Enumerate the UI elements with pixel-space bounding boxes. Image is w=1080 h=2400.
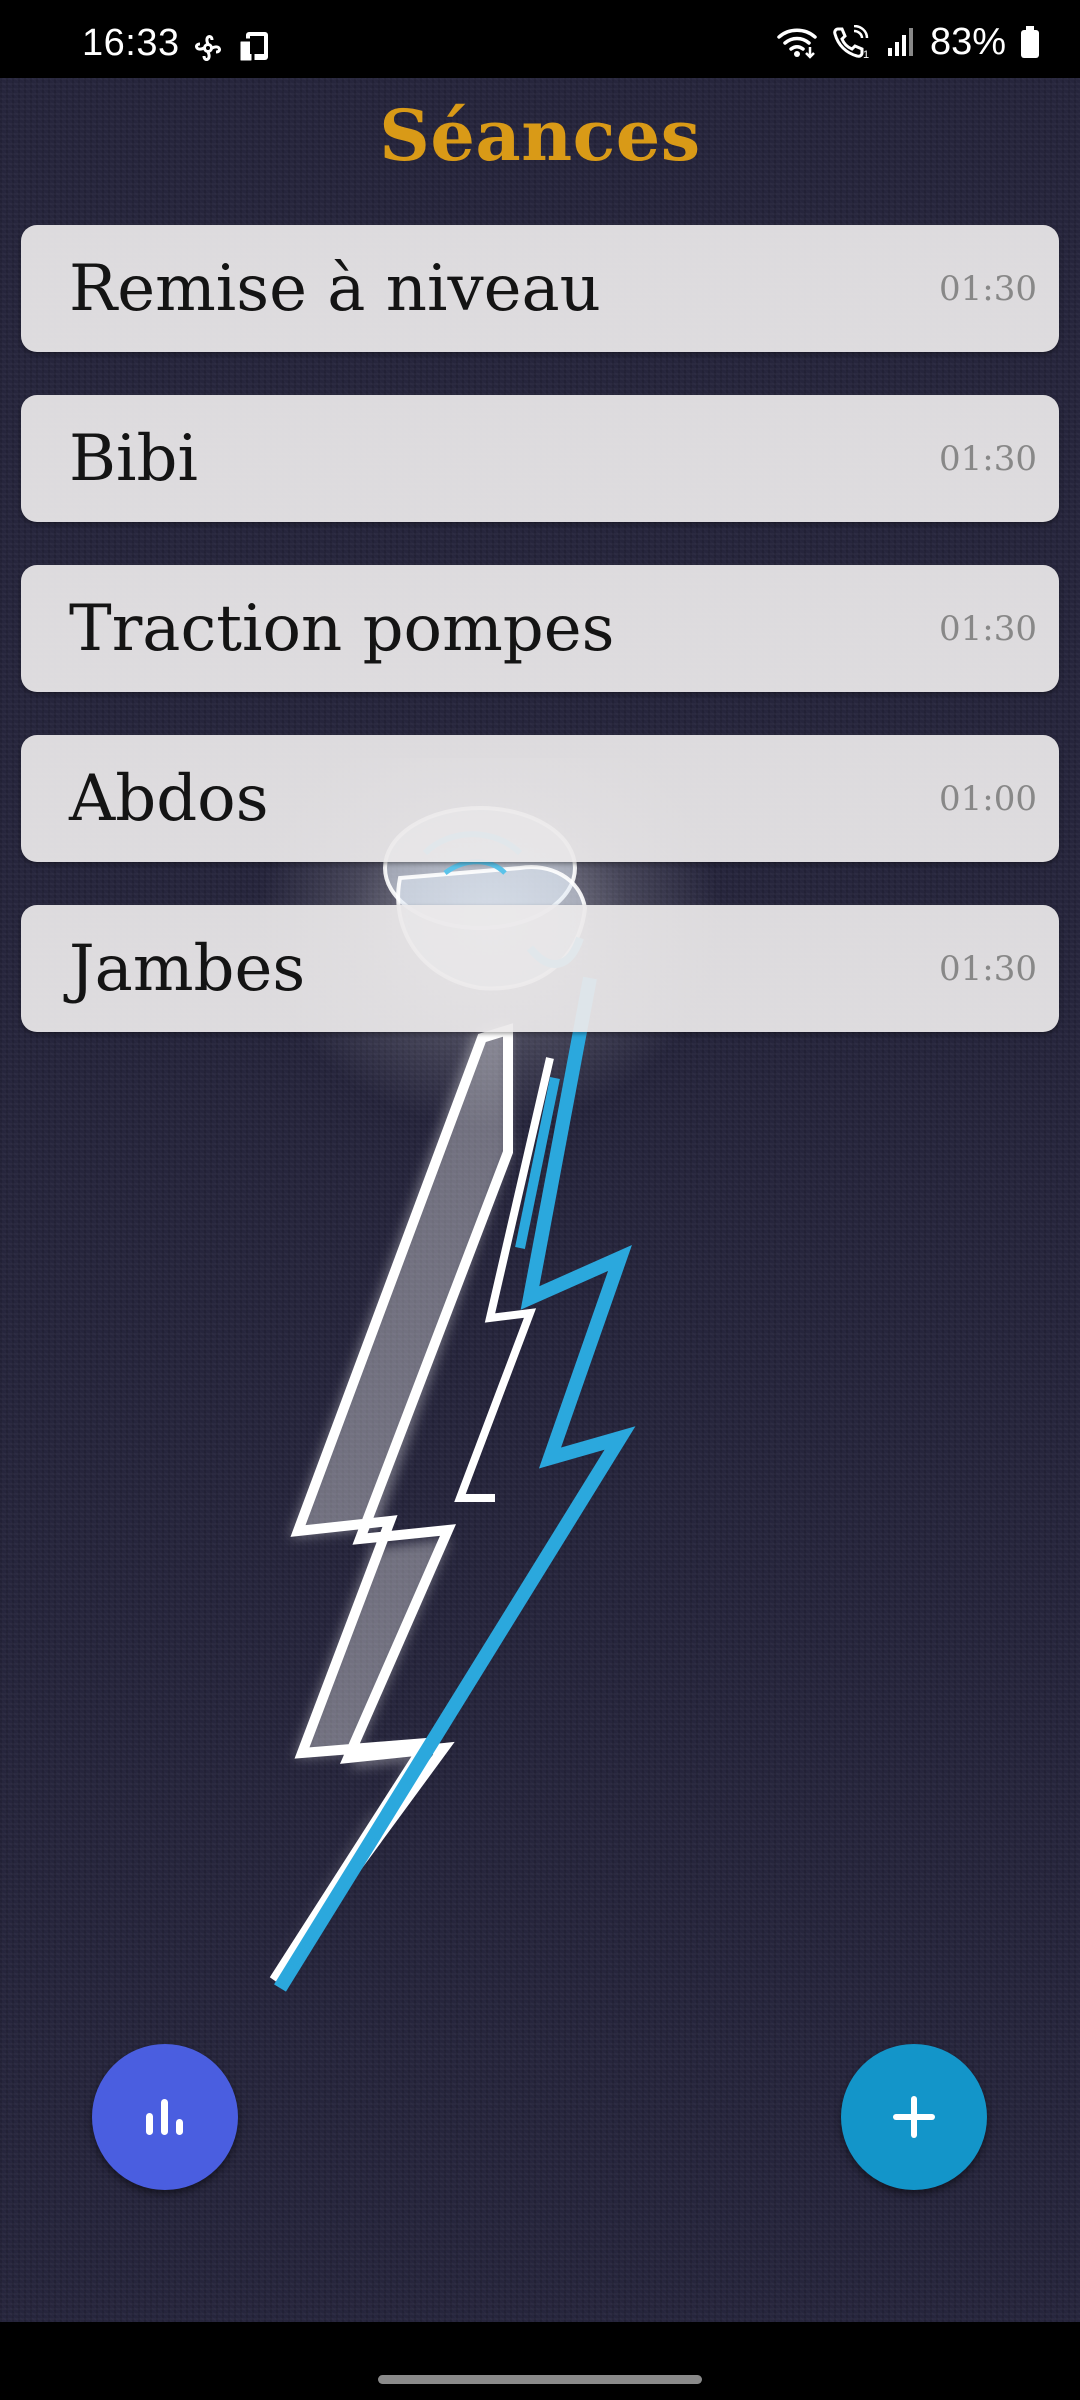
battery-percentage: 83% xyxy=(929,20,1006,63)
session-card[interactable]: Remise à niveau 01:30 xyxy=(21,225,1059,352)
session-list: Remise à niveau 01:30 Bibi 01:30 Tractio… xyxy=(21,225,1059,1075)
pinwheel-icon xyxy=(190,30,226,66)
status-icons: 1 83% xyxy=(776,20,1040,64)
status-bar: 16:33 1 83% xyxy=(0,0,1080,78)
plus-icon xyxy=(893,2096,935,2138)
navigation-bar xyxy=(0,2322,1080,2400)
bar-chart-icon xyxy=(146,2099,183,2135)
session-duration: 01:30 xyxy=(939,269,1037,309)
signal-icon xyxy=(886,26,916,58)
session-card[interactable]: Jambes 01:30 xyxy=(21,905,1059,1032)
session-card[interactable]: Bibi 01:30 xyxy=(21,395,1059,522)
svg-text:1: 1 xyxy=(863,49,869,59)
session-name: Abdos xyxy=(69,762,269,836)
wifi-calling-icon: 1 xyxy=(832,25,872,59)
tablet-icon xyxy=(236,30,272,66)
wifi-icon xyxy=(776,25,818,59)
session-name: Remise à niveau xyxy=(69,252,601,326)
session-name: Bibi xyxy=(69,422,198,496)
session-name: Jambes xyxy=(69,932,306,1006)
session-card[interactable]: Abdos 01:00 xyxy=(21,735,1059,862)
session-duration: 01:30 xyxy=(939,439,1037,479)
page-title: Séances xyxy=(379,94,701,177)
session-duration: 01:30 xyxy=(939,949,1037,989)
home-indicator[interactable] xyxy=(378,2375,702,2384)
battery-icon xyxy=(1020,25,1040,59)
session-duration: 01:00 xyxy=(939,779,1037,819)
screen: 16:33 1 83% Séances Remise à niveau 01:3… xyxy=(0,0,1080,2400)
session-duration: 01:30 xyxy=(939,609,1037,649)
session-name: Traction pompes xyxy=(69,592,615,666)
add-session-button[interactable] xyxy=(841,2044,987,2190)
session-card[interactable]: Traction pompes 01:30 xyxy=(21,565,1059,692)
status-time: 16:33 xyxy=(82,22,180,64)
statistics-button[interactable] xyxy=(92,2044,238,2190)
